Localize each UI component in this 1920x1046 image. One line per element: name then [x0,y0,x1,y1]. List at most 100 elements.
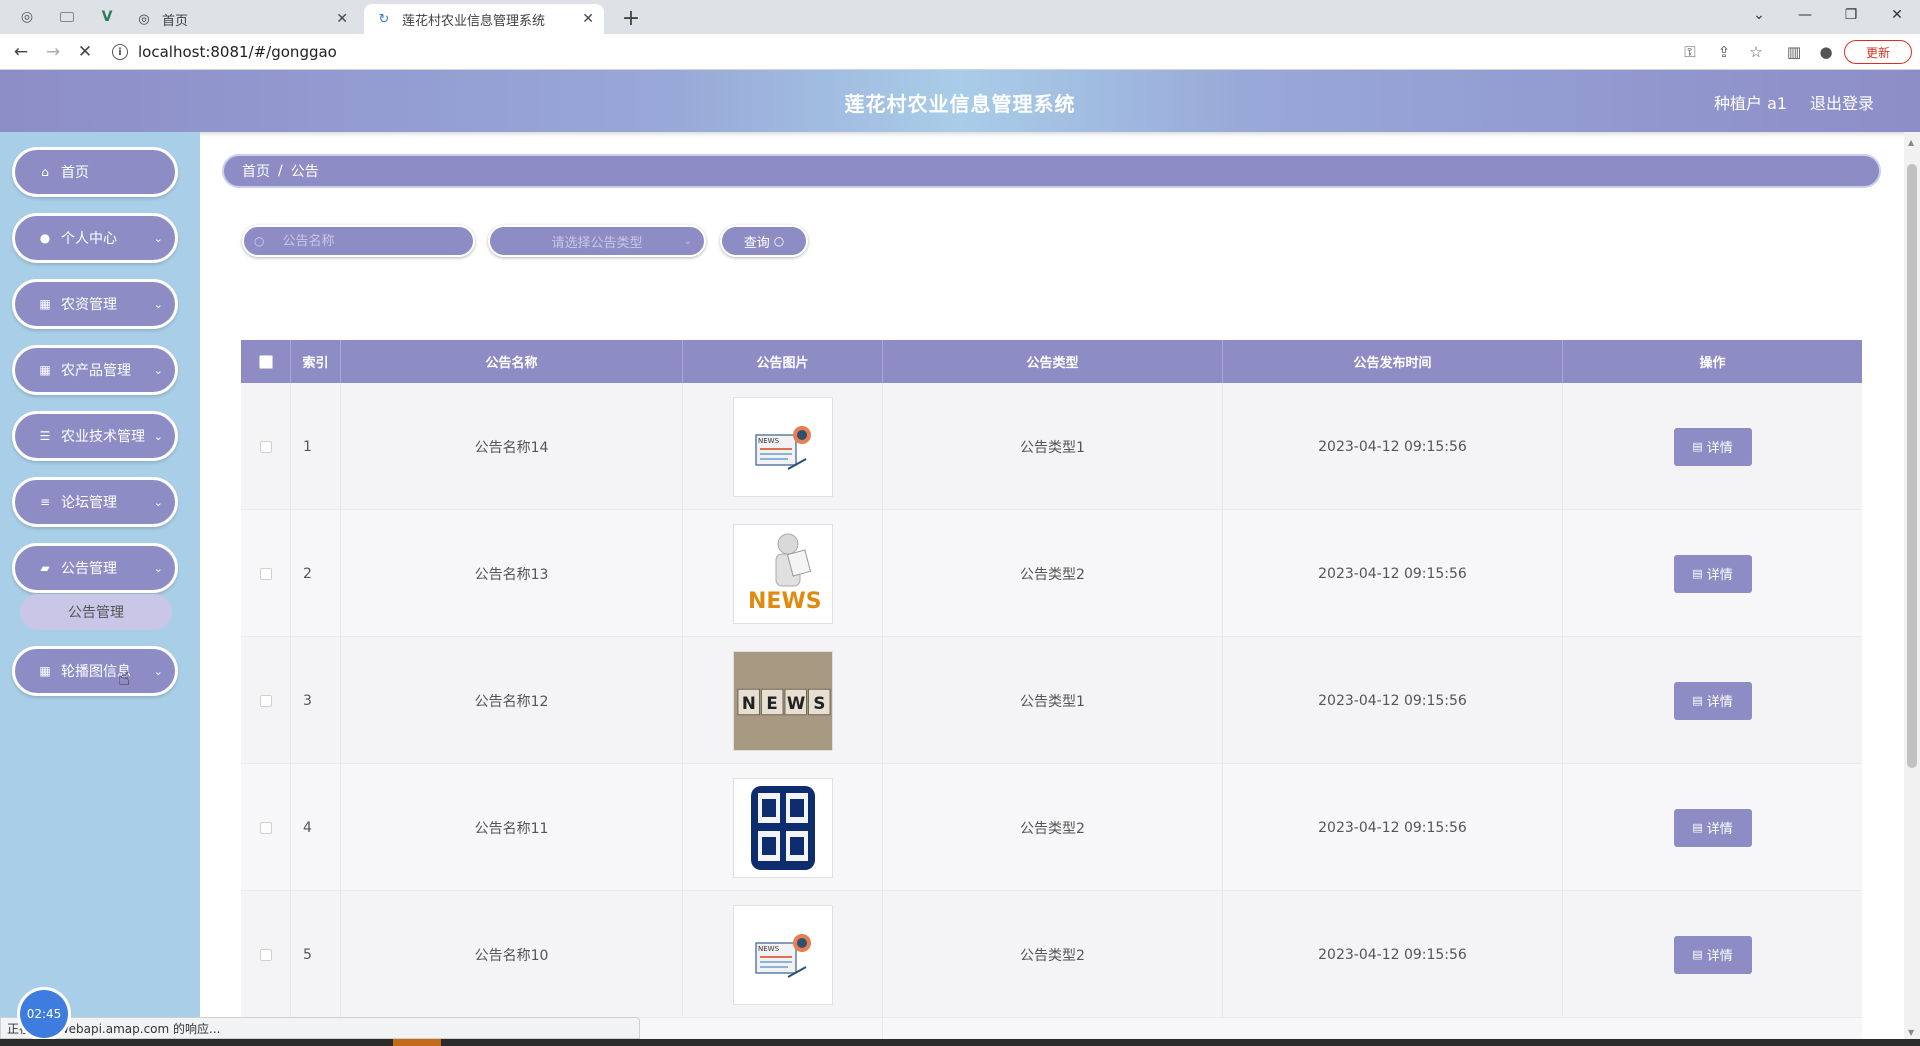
pinned-tab-2[interactable] [56,6,78,28]
detail-button[interactable]: ▤ 详情 [1673,554,1752,593]
notice-image[interactable]: NEWS [732,396,833,497]
checkbox[interactable] [258,354,273,369]
site-info-icon[interactable]: i [112,44,128,60]
detail-button[interactable]: ▤ 详情 [1673,935,1752,974]
key-icon[interactable]: ⚿ [1680,42,1700,62]
user-icon: ● [39,231,51,245]
tab-home[interactable]: ◎ 首页 ✕ [124,4,358,34]
search-icon: ○ [254,234,265,248]
scroll-down-icon[interactable]: ▼ [1908,1028,1914,1037]
sidebar-item-personal[interactable]: ● 个人中心 ⌄ [12,213,178,263]
sidebar-item-forum[interactable]: ≡ 论坛管理 ⌄ [12,477,178,527]
detail-label: 详情 [1706,822,1733,837]
detail-button[interactable]: ▤ 详情 [1673,427,1752,466]
header-name: 公告名称 [341,340,683,383]
restore-button[interactable]: ❐ [1828,0,1874,30]
close-window-button[interactable]: ✕ [1874,0,1920,30]
table-row: 1 公告名称14 NEWS 公告类型1 2023-04-12 09:15:56 … [241,383,1862,510]
sidebar-item-carousel[interactable]: ▦ 轮播图信息 ⌄ [12,646,178,696]
row-type: 公告类型2 [883,510,1223,637]
breadcrumb-current: 公告 [290,164,319,180]
row-checkbox[interactable] [259,440,272,453]
row-time: 2023-04-12 09:15:56 [1223,383,1563,510]
pinned-tab-1[interactable]: ◎ [16,6,38,28]
submenu-label: 公告管理 [68,605,124,621]
row-checkbox[interactable] [259,948,272,961]
scroll-up-icon[interactable]: ▲ [1908,138,1914,147]
detail-label: 详情 [1706,949,1733,964]
update-button[interactable]: 更新 [1844,40,1912,64]
detail-button[interactable]: ▤ 详情 [1673,808,1752,847]
breadcrumb-home[interactable]: 首页 [242,161,270,181]
row-type: 公告类型1 [883,637,1223,764]
timer-badge[interactable]: 02:45 [20,990,68,1038]
select-placeholder: 请选择公告类型 [551,235,643,251]
query-button[interactable]: 查询 ○ [720,225,808,257]
submenu-notice-manage[interactable]: 公告管理 [20,594,172,630]
notice-type-select[interactable]: 请选择公告类型 ⌄ [488,225,706,257]
document-icon: ▤ [1692,440,1703,453]
minimize-button[interactable]: — [1782,0,1828,30]
url-field[interactable]: i localhost:8081/#/gonggao [112,38,1677,66]
row-type: 公告类型2 [883,764,1223,891]
document-icon: ▤ [1692,694,1703,707]
star-icon[interactable]: ☆ [1746,42,1766,62]
sidebar-item-home[interactable]: ⌂ 首页 [12,147,178,197]
notice-image[interactable]: NEWS [732,523,833,624]
header-type: 公告类型 [883,340,1223,383]
sidepanel-icon[interactable]: ▥ [1784,42,1804,62]
notice-image[interactable]: NEWS [732,904,833,1005]
row-checkbox[interactable] [259,694,272,707]
back-icon[interactable]: ← [8,40,34,64]
row-index: 4 [291,764,341,891]
browser-status-bar: 正在等待 webapi.amap.com 的响应... [0,1017,640,1039]
list-icon: ≡ [39,495,51,509]
close-icon[interactable]: ✕ [582,11,594,27]
sidebar-item-products[interactable]: ▦ 农产品管理 ⌄ [12,345,178,395]
share-icon[interactable]: ⇪ [1714,42,1734,62]
forward-icon[interactable]: → [40,40,66,64]
taskbar-app[interactable] [393,1039,441,1046]
pinned-tab-3[interactable]: V [96,6,118,28]
blank-page-icon [60,12,74,22]
row-index: 2 [291,510,341,637]
stop-loading-icon[interactable]: ✕ [72,40,98,64]
table-row: 5 公告名称10 NEWS 公告类型2 2023-04-12 09:15:56 … [241,891,1862,1018]
profile-icon[interactable]: ● [1816,42,1836,62]
header-select-all[interactable] [241,340,291,383]
scroll-thumb[interactable] [1907,164,1917,768]
row-checkbox[interactable] [259,567,272,580]
sidebar-item-label: 农资管理 [61,297,117,313]
update-label: 更新 [1865,45,1890,60]
tab-search-icon[interactable]: ⌄ [1736,0,1782,30]
sidebar-item-supplies[interactable]: ▦ 农资管理 ⌄ [12,279,178,329]
sidebar-item-notice[interactable]: ▰ 公告管理 ⌄ [12,543,178,593]
chevron-down-icon: ⌄ [153,231,163,245]
browser-tab-bar: ◎ V ◎ 首页 ✕ ↻ 莲花村农业信息管理系统 ✕ + ⌄ — ❐ ✕ [0,0,1920,34]
sidebar-item-label: 公告管理 [61,561,117,577]
close-icon[interactable]: ✕ [336,11,348,27]
page-scrollbar[interactable]: ▲ ▼ [1904,132,1920,1046]
document-icon: ▤ [1692,948,1703,961]
row-time: 2023-04-12 09:15:56 [1223,510,1563,637]
svg-text:S: S [813,693,825,712]
tab-active[interactable]: ↻ 莲花村农业信息管理系统 ✕ [364,4,604,34]
detail-button[interactable]: ▤ 详情 [1673,681,1752,720]
new-tab-button[interactable]: + [616,4,646,32]
row-checkbox[interactable] [259,821,272,834]
logout-link[interactable]: 退出登录 [1810,90,1874,114]
notice-image[interactable]: N E W S [732,650,833,751]
news-paper-icon: NEWS [754,425,811,470]
sidebar-item-label: 首页 [61,165,89,181]
notice-name-search[interactable]: ○ [242,225,475,257]
notice-image[interactable] [732,777,833,878]
row-name: 公告名称14 [341,383,683,510]
row-index: 1 [291,383,341,510]
sidebar-item-label: 农产品管理 [61,363,131,379]
timer-text: 02:45 [26,1007,62,1021]
chevron-down-icon: ⌄ [153,664,163,678]
row-type: 公告类型1 [883,383,1223,510]
search-input[interactable] [282,233,463,249]
sidebar-item-tech[interactable]: ☰ 农业技术管理 ⌄ [12,411,178,461]
table-header: 索引 公告名称 公告图片 公告类型 公告发布时间 操作 [241,340,1862,383]
